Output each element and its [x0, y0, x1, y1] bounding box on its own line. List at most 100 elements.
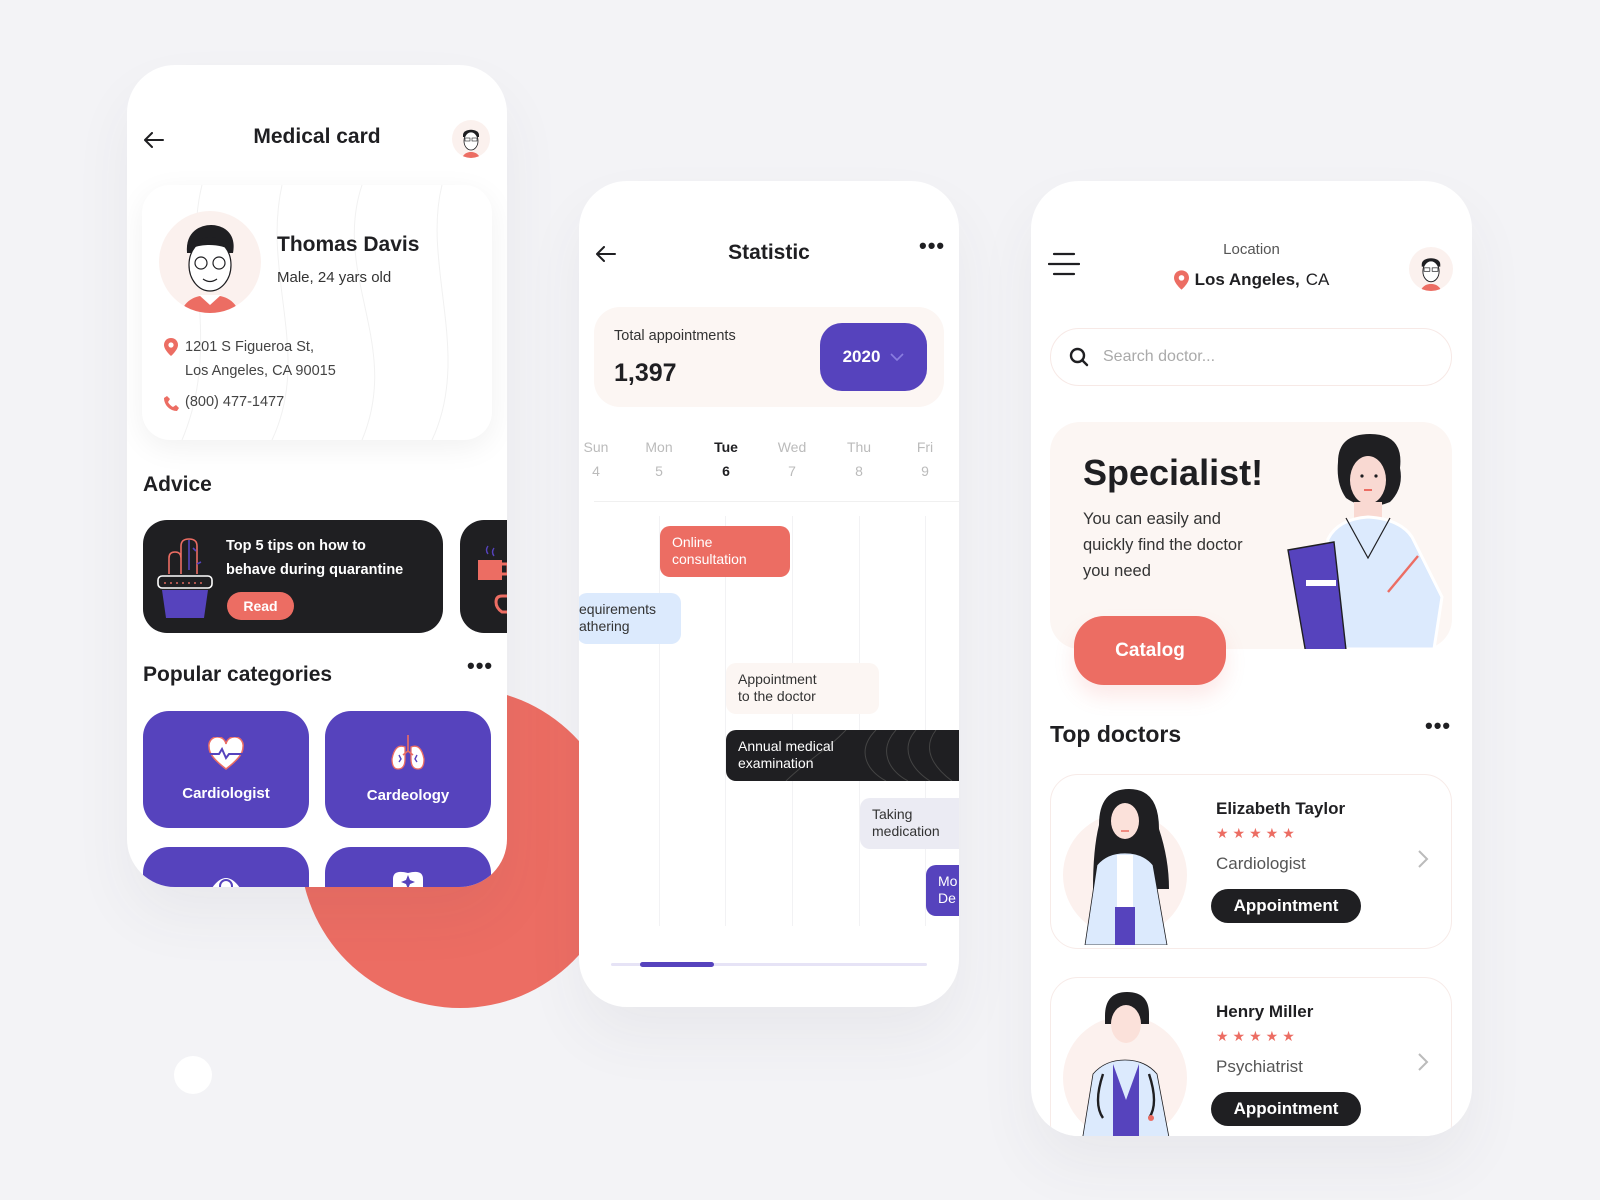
- day-name: Thu: [846, 439, 872, 455]
- total-appointments-label: Total appointments: [614, 328, 736, 344]
- category-cardeology[interactable]: Cardeology: [325, 711, 491, 828]
- search-bar[interactable]: [1050, 328, 1452, 386]
- total-appointments-value: 1,397: [614, 359, 677, 387]
- day-name: Mon: [645, 439, 673, 455]
- patient-name: Thomas Davis: [277, 233, 420, 256]
- advice-card[interactable]: Top 5 tips on how to behave during quara…: [143, 520, 443, 633]
- back-button[interactable]: [591, 239, 621, 269]
- grid-line: [859, 516, 860, 926]
- grid-line: [725, 516, 726, 926]
- event-line: Taking: [872, 806, 913, 822]
- coffee-cup-icon: [478, 545, 507, 614]
- advice-line-1: Top 5 tips on how to: [226, 538, 366, 554]
- event-line: consultation: [672, 551, 747, 567]
- event-line: medication: [872, 823, 940, 839]
- avatar[interactable]: [1409, 247, 1453, 291]
- day-number: 9: [921, 463, 929, 479]
- year-selector[interactable]: 2020: [820, 323, 927, 391]
- more-options-button[interactable]: •••: [919, 233, 945, 259]
- rating-stars: ★★★★★: [1216, 1028, 1299, 1044]
- event-partial[interactable]: Mo De: [926, 865, 959, 916]
- lungs-icon: [391, 735, 425, 770]
- location-pin-icon: [164, 338, 178, 356]
- day-name: Sun: [583, 439, 609, 455]
- category-tooth[interactable]: [325, 847, 491, 887]
- advice-card-2[interactable]: [460, 520, 507, 633]
- patient-address: 1201 S Figueroa St, Los Angeles, CA 9001…: [185, 335, 336, 383]
- day-mon[interactable]: Mon 5: [639, 439, 679, 479]
- doctor-portrait-male: [1063, 992, 1187, 1136]
- arrow-left-icon: [596, 246, 616, 262]
- find-doctor-screen: Location Los Angeles, CA Specialist! You…: [1031, 181, 1472, 1136]
- page-title: Medical card: [253, 125, 381, 148]
- doctor-name: Henry Miller: [1216, 1002, 1314, 1021]
- event-taking-medication[interactable]: Taking medication: [860, 798, 959, 849]
- top-doctors-title: Top doctors: [1050, 721, 1182, 747]
- advice-line-2: behave during quarantine: [226, 562, 404, 578]
- user-portrait-icon: [181, 225, 239, 313]
- event-line: to the doctor: [738, 688, 816, 704]
- event-line: Online: [672, 534, 713, 550]
- location-city: Los Angeles,: [1194, 270, 1300, 289]
- read-button[interactable]: Read: [227, 592, 294, 620]
- horizontal-scrollbar-thumb[interactable]: [640, 962, 715, 967]
- specialist-promo-card: Specialist! You can easily and quickly f…: [1050, 422, 1452, 649]
- grid-line: [925, 516, 926, 926]
- eye-icon: [212, 878, 240, 887]
- catalog-button[interactable]: Catalog: [1074, 616, 1226, 685]
- category-cardiologist[interactable]: Cardiologist: [143, 711, 309, 828]
- day-number: 6: [722, 463, 730, 479]
- search-input[interactable]: [1103, 348, 1403, 366]
- avatar[interactable]: [452, 120, 490, 158]
- event-line: Mo: [938, 873, 958, 889]
- tooth-icon: [393, 871, 423, 887]
- day-number: 5: [655, 463, 663, 479]
- promo-title: Specialist!: [1083, 452, 1264, 493]
- profile-card: Thomas Davis Male, 24 yars old 1201 S Fi…: [142, 185, 492, 440]
- doctor-card-henry-miller[interactable]: Henry Miller ★★★★★ Psychiatrist Appointm…: [1050, 977, 1452, 1136]
- week-day-selector: Sun 4 Mon 5 Tue 6 Wed 7 Thu 8 Fri 9: [579, 439, 959, 489]
- day-fri[interactable]: Fri 9: [905, 439, 945, 479]
- event-line: De: [938, 890, 956, 906]
- chevron-right-icon[interactable]: [1417, 1052, 1429, 1072]
- day-name: Fri: [916, 439, 934, 455]
- back-button[interactable]: [139, 125, 169, 155]
- medical-card-screen: Medical card Thomas Davis Male, 24 yars …: [127, 65, 507, 887]
- event-requirements-gathering[interactable]: equirements athering: [579, 593, 681, 644]
- categories-more-button[interactable]: •••: [467, 653, 493, 679]
- address-line-1: 1201 S Figueroa St,: [185, 339, 314, 355]
- chevron-down-icon: [890, 353, 904, 361]
- appointment-button[interactable]: Appointment: [1211, 1092, 1361, 1126]
- page-title: Statistic: [728, 241, 810, 264]
- chevron-right-icon[interactable]: [1417, 849, 1429, 869]
- day-number: 7: [788, 463, 796, 479]
- patient-phone[interactable]: (800) 477-1477: [185, 394, 284, 410]
- day-thu[interactable]: Thu 8: [839, 439, 879, 479]
- doctor-card-elizabeth-taylor[interactable]: Elizabeth Taylor ★★★★★ Cardiologist Appo…: [1050, 774, 1452, 949]
- category-eye[interactable]: [143, 847, 309, 887]
- statistic-screen: Statistic ••• Total appointments 1,397 2…: [579, 181, 959, 1007]
- appointment-button[interactable]: Appointment: [1211, 889, 1361, 923]
- location-pin-icon: [1173, 270, 1189, 290]
- event-annual-medical-examination[interactable]: Annual medical examination: [726, 730, 959, 781]
- day-tue[interactable]: Tue 6: [706, 439, 746, 479]
- day-sun[interactable]: Sun 4: [579, 439, 616, 479]
- arrow-left-icon: [144, 132, 164, 148]
- grid-line: [792, 516, 793, 926]
- patient-details: Male, 24 yars old: [277, 269, 392, 286]
- heart-pulse-icon: [208, 737, 244, 770]
- promo-text: You can easily and quickly find the doct…: [1083, 510, 1243, 580]
- event-appointment-to-doctor[interactable]: Appointment to the doctor: [726, 663, 879, 714]
- top-doctors-more-button[interactable]: •••: [1425, 713, 1451, 739]
- location-selector[interactable]: Los Angeles, CA: [1031, 270, 1472, 290]
- year-value: 2020: [842, 347, 881, 366]
- search-icon: [1069, 347, 1089, 367]
- location-label: Location: [1223, 241, 1280, 258]
- profile-avatar: [159, 211, 261, 313]
- category-label: Cardiologist: [182, 785, 270, 802]
- doctor-specialty: Psychiatrist: [1216, 1057, 1303, 1076]
- day-wed[interactable]: Wed 7: [772, 439, 812, 479]
- cactus-icon: [157, 538, 213, 618]
- event-line: athering: [579, 618, 630, 634]
- event-online-consultation[interactable]: Online consultation: [660, 526, 790, 577]
